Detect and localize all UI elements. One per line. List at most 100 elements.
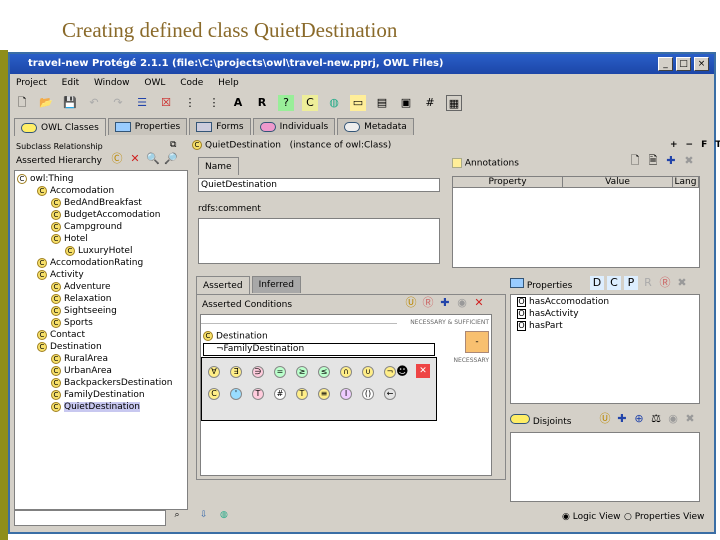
tree-item[interactable]: C Activity xyxy=(17,269,185,281)
properties-view-radio[interactable]: ○ Properties View xyxy=(624,512,704,522)
menu-edit[interactable]: Edit xyxy=(62,78,79,88)
redo-icon[interactable]: ↷ xyxy=(110,95,126,111)
comment-field[interactable] xyxy=(198,218,440,264)
r-icon[interactable]: R xyxy=(254,95,270,111)
find-icon[interactable]: 🔍 xyxy=(146,152,160,166)
edit-annotation-icon[interactable]: 🗎 xyxy=(646,154,660,168)
tree-item[interactable]: C Sightseeing xyxy=(17,305,185,317)
minus-button[interactable]: - xyxy=(465,331,489,353)
maximize-button[interactable]: □ xyxy=(676,57,691,71)
column-property[interactable]: Property xyxy=(453,177,563,188)
property-item[interactable]: OhasActivity xyxy=(517,309,693,321)
open-icon[interactable]: 📂 xyxy=(38,95,54,111)
menu-window[interactable]: Window xyxy=(94,78,130,88)
tree-item[interactable]: C Hotel xyxy=(17,233,185,245)
condition-row[interactable]: C Destination xyxy=(203,331,268,342)
delete-annotation-icon[interactable]: ✖ xyxy=(682,154,696,168)
classify-icon[interactable]: C xyxy=(302,95,318,111)
palette-symbol[interactable]: () xyxy=(362,388,374,400)
tree-item[interactable]: C Sports xyxy=(17,317,185,329)
condition-editor-input[interactable]: ¬FamilyDestination xyxy=(203,343,435,356)
column-value[interactable]: Value xyxy=(563,177,673,188)
object-property-icon[interactable]: C xyxy=(607,276,621,290)
palette-symbol[interactable]: ≥ xyxy=(296,366,308,378)
tree-item[interactable]: C Adventure xyxy=(17,281,185,293)
add-named-class-icon[interactable]: ✚ xyxy=(438,296,452,310)
tree-item[interactable]: C Destination xyxy=(17,341,185,353)
palette-symbol[interactable]: ¬ xyxy=(384,366,396,378)
undo-icon[interactable]: ↶ xyxy=(86,95,102,111)
add-class-disjoint-icon[interactable]: ✚ xyxy=(615,412,629,426)
datatype-property-icon[interactable]: D xyxy=(590,276,604,290)
restriction-property-icon[interactable]: Ⓡ xyxy=(658,276,672,290)
create-subclass-icon[interactable]: Ⓒ xyxy=(110,152,124,166)
a-icon[interactable]: A xyxy=(230,95,246,111)
property-item[interactable]: OhasAccomodation xyxy=(517,297,693,309)
menu-owl[interactable]: OWL xyxy=(144,78,165,88)
add-button[interactable]: + xyxy=(670,140,678,150)
check-icon[interactable]: ? xyxy=(278,95,294,111)
close-palette-icon[interactable]: ✕ xyxy=(416,364,430,378)
search-disjoint-icon[interactable]: ◉ xyxy=(666,412,680,426)
palette-symbol[interactable]: T xyxy=(296,388,308,400)
property-item[interactable]: OhasPart xyxy=(517,321,693,333)
palette-symbol[interactable]: ← xyxy=(384,388,396,400)
palette-symbol[interactable]: ∪ xyxy=(362,366,374,378)
hierarchy-icon[interactable]: ☰ xyxy=(134,95,150,111)
palette-symbol[interactable]: ∩ xyxy=(340,366,352,378)
tree-item[interactable]: C Accomodation xyxy=(17,185,185,197)
palette-symbol[interactable]: ≡ xyxy=(318,388,330,400)
column-lang[interactable]: Lang xyxy=(673,177,699,188)
palette-symbol[interactable]: = xyxy=(274,366,286,378)
f-button[interactable]: F xyxy=(701,140,707,150)
new-icon[interactable]: 🗋 xyxy=(14,95,30,111)
face-icon[interactable]: ☻ xyxy=(396,364,409,378)
tab-owl-classes[interactable]: OWL Classes xyxy=(14,118,106,136)
tree-icon[interactable]: ⋮ xyxy=(182,95,198,111)
tree-item[interactable]: Cowl:Thing xyxy=(17,173,185,185)
minimize-button[interactable]: _ xyxy=(658,57,673,71)
tree-item[interactable]: C BackpackersDestination xyxy=(17,377,185,389)
palette-symbol[interactable]: ' xyxy=(230,388,242,400)
delete-disjoint-icon[interactable]: ✖ xyxy=(683,412,697,426)
tree-item[interactable]: C Contact xyxy=(17,329,185,341)
window-icon[interactable]: ▣ xyxy=(398,95,414,111)
name-field[interactable]: QuietDestination xyxy=(198,178,440,192)
delete-class-icon[interactable]: ✕ xyxy=(128,152,142,166)
globe-icon[interactable]: ◍ xyxy=(326,95,342,111)
tab-name[interactable]: Name xyxy=(198,157,239,175)
tree-item[interactable]: C QuietDestination xyxy=(17,401,185,413)
add-siblings-icon[interactable]: ⊕ xyxy=(632,412,646,426)
maximize-pane-icon[interactable]: ⧉ xyxy=(170,140,176,150)
t-button[interactable]: T xyxy=(715,140,720,150)
menu-project[interactable]: Project xyxy=(16,78,47,88)
tree-item[interactable]: C Campground xyxy=(17,221,185,233)
globe-icon[interactable]: ◍ xyxy=(220,510,228,520)
tab-asserted[interactable]: Asserted xyxy=(196,276,250,294)
tree-item[interactable]: C LuxuryHotel xyxy=(17,245,185,257)
tree-item[interactable]: C FamilyDestination xyxy=(17,389,185,401)
menu-help[interactable]: Help xyxy=(218,78,239,88)
code-icon[interactable]: ▤ xyxy=(374,95,390,111)
delete-property-icon[interactable]: ✖ xyxy=(675,276,689,290)
save-icon[interactable]: 💾 xyxy=(62,95,78,111)
tree-item[interactable]: C Relaxation xyxy=(17,293,185,305)
palette-symbol[interactable]: ∀ xyxy=(208,366,220,378)
search-input[interactable] xyxy=(14,510,166,526)
remove-property-icon[interactable]: R xyxy=(641,276,655,290)
make-siblings-disjoint-icon[interactable]: ⚖ xyxy=(649,412,663,426)
tab-individuals[interactable]: Individuals xyxy=(252,118,336,135)
palette-symbol[interactable]: ∋ xyxy=(252,366,264,378)
close-button[interactable]: × xyxy=(694,57,709,71)
tree-item[interactable]: C BedAndBreakfast xyxy=(17,197,185,209)
grid-icon[interactable]: # xyxy=(422,95,438,111)
menu-code[interactable]: Code xyxy=(180,78,203,88)
layout-icon[interactable]: ▦ xyxy=(446,95,462,111)
add-disjoint-icon[interactable]: Ⓤ xyxy=(598,412,612,426)
add-property-icon[interactable]: ✚ xyxy=(664,154,678,168)
palette-symbol[interactable]: ∃ xyxy=(230,366,242,378)
palette-symbol[interactable]: I xyxy=(340,388,352,400)
tree2-icon[interactable]: ⋮ xyxy=(206,95,222,111)
tab-metadata[interactable]: Metadata xyxy=(337,118,414,135)
class-tree[interactable]: Cowl:Thing C Accomodation C BedAndBreakfast C… xyxy=(14,170,188,510)
